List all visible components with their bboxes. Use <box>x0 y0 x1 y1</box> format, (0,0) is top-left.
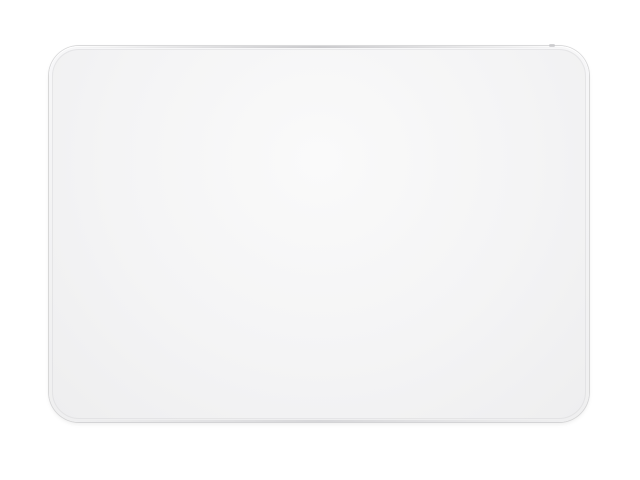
trackpad-touch-surface <box>52 49 586 419</box>
product-image-stage <box>0 0 640 480</box>
trackpad-bottom-edge <box>73 420 565 422</box>
trackpad-top-edge <box>69 46 569 48</box>
trackpad-device <box>49 44 589 422</box>
trackpad-port-detail <box>549 44 555 47</box>
